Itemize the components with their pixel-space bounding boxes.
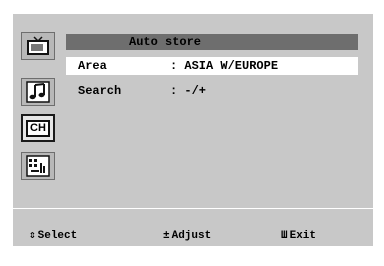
footer-exit-hint: Ш Exit	[281, 228, 316, 244]
area-value: : ASIA W/EUROPE	[170, 59, 279, 73]
adjust-hint-label: Adjust	[171, 230, 212, 242]
menu-title: Auto store	[129, 35, 202, 49]
menu-exit-icon: Ш	[281, 230, 288, 242]
select-hint-label: Select	[37, 230, 78, 242]
osd-sidebar: CH	[13, 14, 66, 186]
channel-ch-icon[interactable]: CH	[21, 114, 55, 142]
osd-footer: ⇕ Select ± Adjust Ш Exit	[13, 228, 373, 244]
footer-adjust-hint: ± Adjust	[163, 228, 211, 244]
search-label: Search	[78, 84, 122, 98]
tv-screen: CH Auto store Area : ASIA W/EUROPE Searc…	[0, 0, 384, 266]
divider	[0, 208, 384, 209]
setup-icon[interactable]	[21, 152, 55, 180]
channel-ch-label: CH	[26, 119, 50, 137]
menu-row-search[interactable]: Search : -/+	[66, 82, 358, 100]
search-value: : -/+	[170, 84, 207, 98]
tv-picture-icon[interactable]	[21, 32, 55, 60]
updown-arrow-icon: ⇕	[29, 230, 36, 242]
area-label: Area	[78, 59, 107, 73]
footer-select-hint: ⇕ Select	[29, 228, 77, 244]
menu-title-bar: Auto store	[66, 34, 358, 50]
plus-minus-icon: ±	[163, 230, 170, 242]
music-note-icon[interactable]	[21, 78, 55, 106]
exit-hint-label: Exit	[289, 230, 317, 242]
menu-row-area[interactable]: Area : ASIA W/EUROPE	[66, 57, 358, 75]
